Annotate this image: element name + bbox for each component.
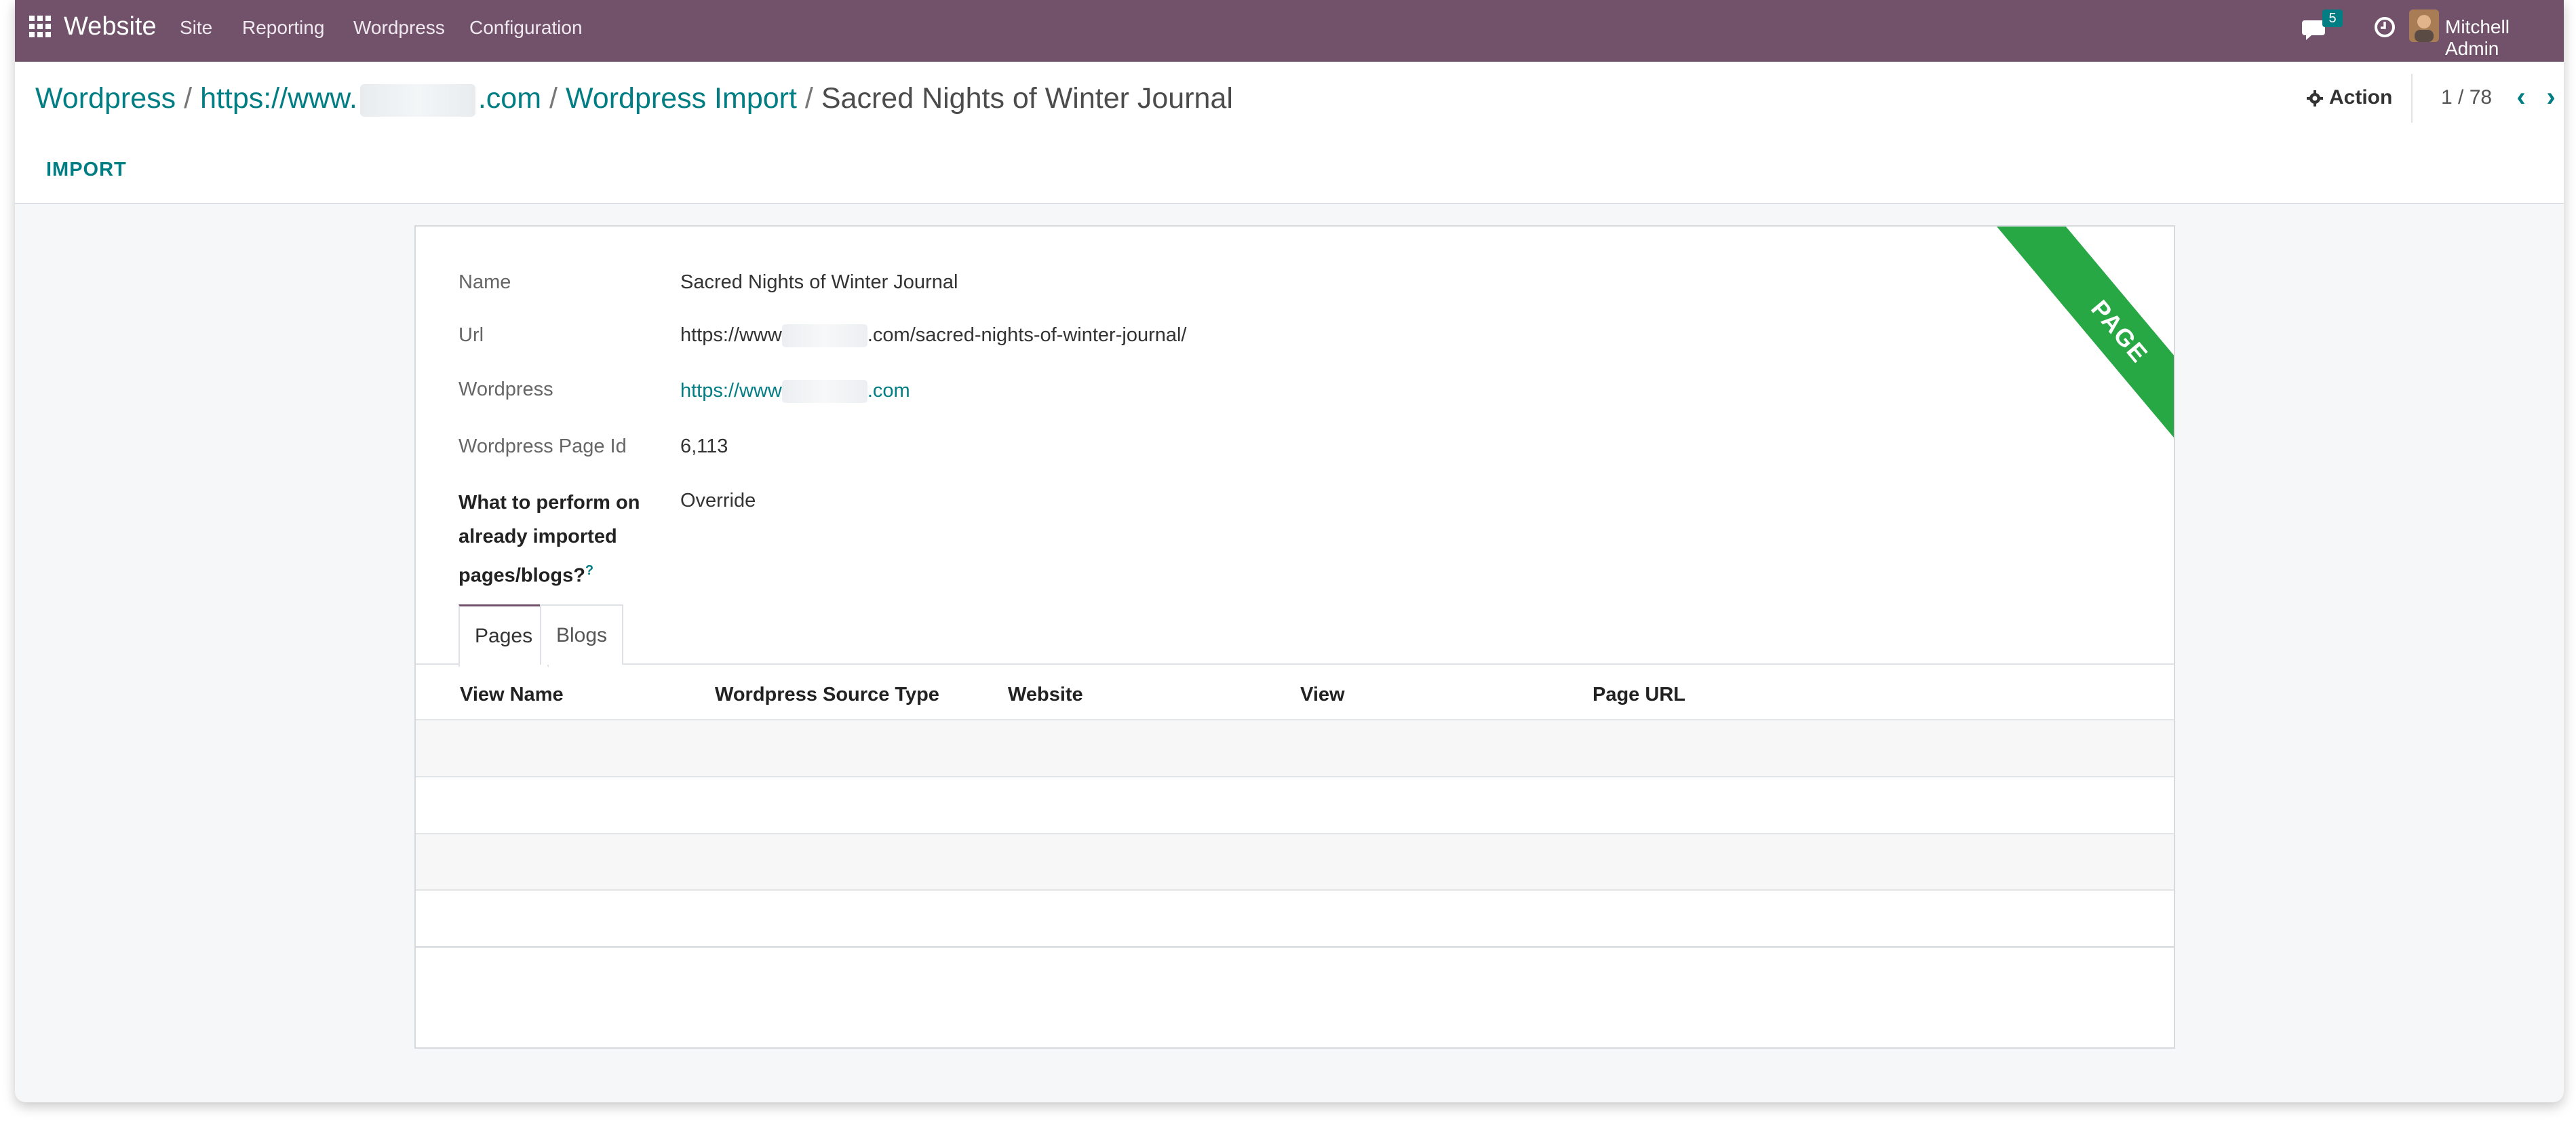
redacted-text [781, 380, 867, 404]
app-name[interactable]: Website [64, 12, 157, 41]
breadcrumb-wordpress-import[interactable]: Wordpress Import [566, 82, 797, 115]
user-avatar[interactable] [2409, 9, 2439, 42]
app-window: Website Site Reporting Wordpress Configu… [15, 0, 2564, 1102]
perform-action-value[interactable]: Override [680, 490, 756, 512]
column-header-website[interactable]: Website [1008, 684, 1083, 706]
table-row [416, 776, 2174, 833]
column-header-view[interactable]: View [1300, 684, 1345, 706]
pager-next-icon[interactable]: › [2541, 83, 2561, 111]
column-header-view-name[interactable]: View Name [460, 684, 564, 706]
tab-blogs[interactable]: Blogs [540, 604, 624, 665]
column-header-page-url[interactable]: Page URL [1593, 684, 1685, 706]
menu-site[interactable]: Site [180, 17, 212, 39]
pager-previous-icon[interactable]: ‹ [2511, 83, 2531, 111]
breadcrumb-current: Sacred Nights of Winter Journal [821, 82, 1233, 115]
tabs-divider [416, 663, 2174, 665]
name-label: Name [458, 271, 511, 293]
table-row [416, 719, 2174, 776]
wordpress-url-suffix: .com [867, 380, 910, 402]
breadcrumb-wordpress[interactable]: Wordpress [35, 82, 176, 115]
wordpress-label: Wordpress [458, 379, 553, 400]
table-row [416, 889, 2174, 948]
top-navbar: Website Site Reporting Wordpress Configu… [15, 0, 2564, 62]
form-sheet: PAGE Name Sacred Nights of Winter Journa… [414, 225, 2175, 1049]
menu-configuration[interactable]: Configuration [469, 17, 583, 39]
breadcrumb-separator: / [184, 82, 193, 115]
redacted-text [359, 83, 475, 117]
url-prefix: https://www [680, 324, 782, 346]
gear-icon[interactable] [2305, 89, 2324, 108]
breadcrumb-site-url[interactable]: https://www. .com [200, 82, 541, 117]
perform-action-label-text: What to perform on already imported page… [458, 492, 640, 587]
breadcrumb-separator: / [549, 82, 558, 115]
breadcrumb-separator: / [804, 82, 813, 115]
status-ribbon: PAGE [1984, 227, 2174, 471]
wordpress-link[interactable]: https://www .com [680, 380, 910, 404]
perform-action-label: What to perform on already imported page… [458, 486, 662, 593]
site-url-suffix[interactable]: .com [478, 82, 541, 115]
url-label: Url [458, 324, 484, 346]
redacted-text [781, 324, 867, 348]
control-panel: Wordpress / https://www. .com / Wordpress Imp… [15, 62, 2564, 204]
column-header-source-type[interactable]: Wordpress Source Type [715, 684, 939, 706]
action-button[interactable]: Action [2329, 86, 2392, 109]
import-button[interactable]: IMPORT [46, 159, 127, 181]
apps-menu-icon[interactable] [29, 16, 51, 37]
user-name[interactable]: Mitchell Admin [2445, 16, 2564, 60]
help-tooltip-icon[interactable]: ? [585, 563, 593, 578]
ribbon-label: PAGE [1985, 227, 2174, 471]
activity-clock-icon[interactable] [2373, 15, 2397, 39]
menu-reporting[interactable]: Reporting [242, 17, 324, 39]
site-url-prefix[interactable]: https://www. [200, 82, 357, 115]
pager-value[interactable]: 1 / 78 [2441, 86, 2492, 109]
url-value[interactable]: https://www .com/sacred-nights-of-winter-… [680, 324, 1187, 348]
chat-count-badge: 5 [2322, 9, 2343, 27]
breadcrumb: Wordpress / https://www. .com / Wordpress Imp… [35, 82, 1233, 117]
table-row [416, 833, 2174, 890]
page-id-value[interactable]: 6,113 [680, 435, 728, 458]
name-value[interactable]: Sacred Nights of Winter Journal [680, 271, 958, 294]
divider [2411, 74, 2413, 123]
url-suffix: .com/sacred-nights-of-winter-journal/ [867, 324, 1187, 346]
wordpress-url-prefix: https://www [680, 380, 782, 402]
menu-wordpress[interactable]: Wordpress [353, 17, 445, 39]
tab-pages[interactable]: Pages [458, 604, 549, 667]
page-id-label: Wordpress Page Id [458, 435, 627, 457]
